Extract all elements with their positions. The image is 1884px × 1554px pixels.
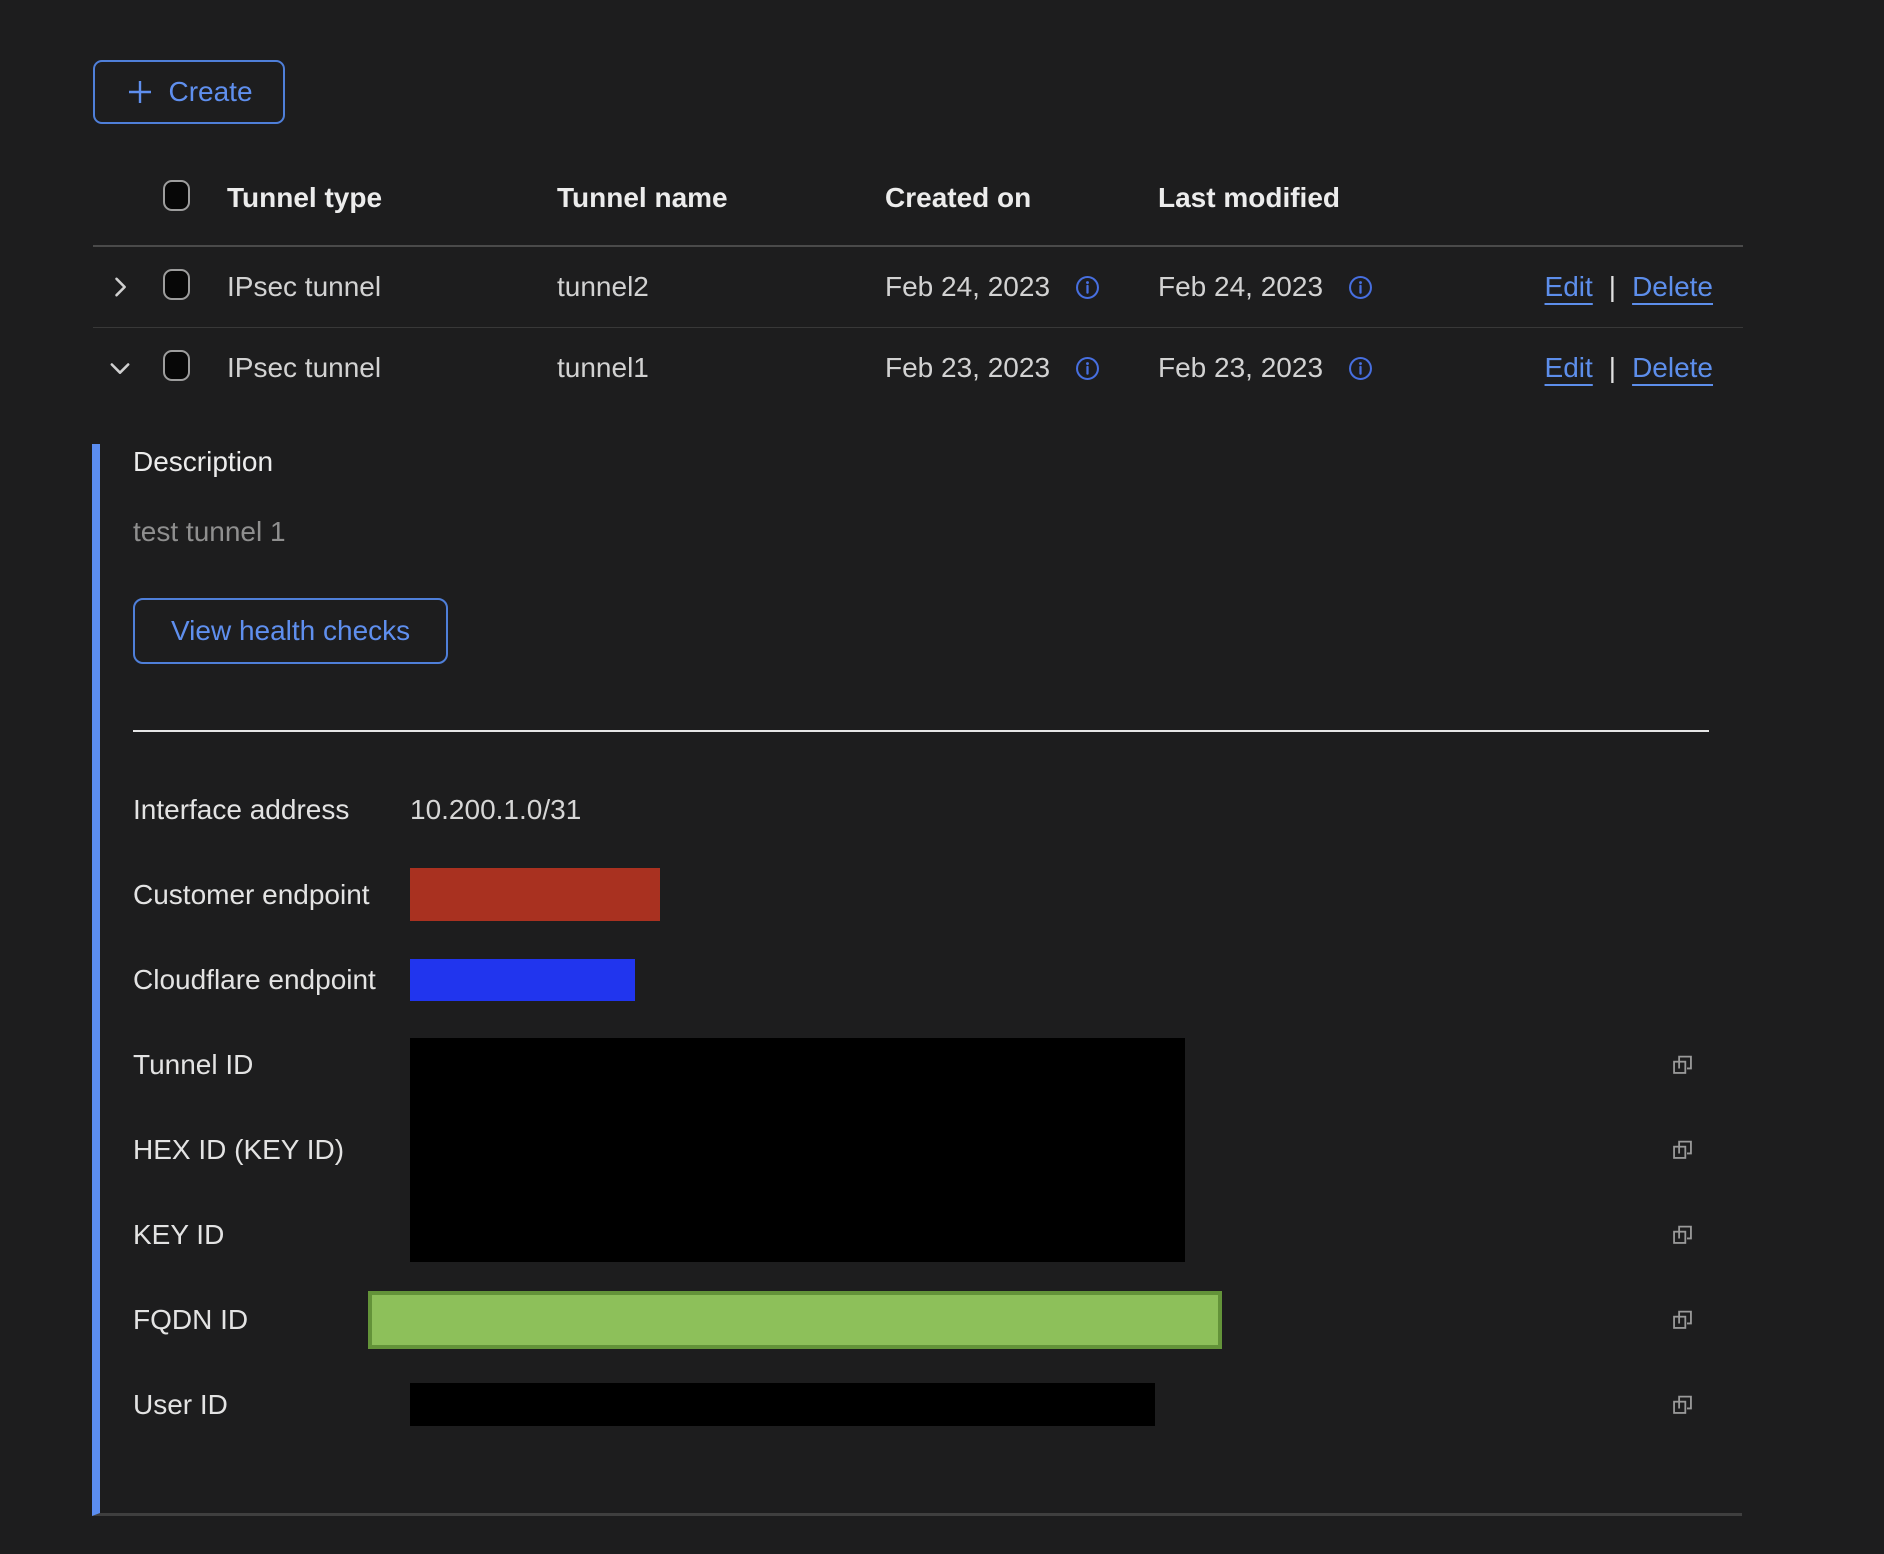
copy-hex-id-button[interactable] (1669, 1107, 1696, 1192)
info-icon[interactable] (1347, 274, 1374, 301)
tunnel-name-cell: tunnel1 (557, 352, 885, 384)
action-separator: | (1609, 352, 1616, 384)
field-label: HEX ID (KEY ID) (133, 1107, 410, 1192)
delete-link[interactable]: Delete (1632, 271, 1713, 303)
copy-icon (1669, 1221, 1696, 1248)
field-row-fqdn-id: FQDN ID (133, 1277, 1742, 1362)
field-label: User ID (133, 1389, 410, 1421)
last-modified-value: Feb 24, 2023 (1158, 271, 1323, 303)
created-on-value: Feb 23, 2023 (885, 352, 1050, 384)
copy-fqdn-id-button[interactable] (1669, 1306, 1696, 1333)
create-button-label: Create (168, 76, 252, 108)
last-modified-value: Feb 23, 2023 (1158, 352, 1323, 384)
field-group-ids: Tunnel ID HEX ID (KEY ID) KEY ID (133, 1022, 1742, 1277)
redaction-box-ids (410, 1038, 1185, 1262)
tunnel-detail-panel: Description test tunnel 1 View health ch… (92, 444, 1742, 1516)
copy-icon (1669, 1051, 1696, 1078)
redaction-box-customer-endpoint (410, 868, 660, 921)
copy-icon (1669, 1306, 1696, 1333)
copy-icon (1669, 1391, 1696, 1418)
row-checkbox[interactable] (163, 350, 190, 381)
column-header-created-on: Created on (885, 182, 1158, 214)
field-label: Interface address (133, 794, 410, 826)
collapse-row-button[interactable] (106, 354, 134, 382)
column-header-last-modified: Last modified (1158, 182, 1440, 214)
redaction-box-cloudflare-endpoint (410, 959, 635, 1001)
field-row-cloudflare-endpoint: Cloudflare endpoint (133, 937, 1742, 1022)
copy-user-id-button[interactable] (1669, 1391, 1696, 1418)
select-all-checkbox[interactable] (163, 180, 190, 211)
interface-address-value: 10.200.1.0/31 (410, 794, 581, 826)
copy-icon (1669, 1136, 1696, 1163)
delete-link[interactable]: Delete (1632, 352, 1713, 384)
field-label: Customer endpoint (133, 879, 410, 911)
info-icon[interactable] (1074, 355, 1101, 382)
table-row: IPsec tunnel tunnel2 Feb 24, 2023 Feb 24… (93, 247, 1743, 328)
redaction-box-user-id (410, 1383, 1155, 1426)
chevron-right-icon (106, 273, 134, 301)
tunnel-table: Tunnel type Tunnel name Created on Last … (93, 150, 1743, 1516)
tunnel-type-cell: IPsec tunnel (227, 352, 557, 384)
description-value: test tunnel 1 (133, 514, 1742, 550)
created-on-value: Feb 24, 2023 (885, 271, 1050, 303)
tunnel-name-cell: tunnel2 (557, 271, 885, 303)
field-label: KEY ID (133, 1192, 410, 1277)
field-label: Cloudflare endpoint (133, 964, 410, 996)
detail-divider (133, 730, 1709, 732)
edit-link[interactable]: Edit (1545, 271, 1593, 303)
plus-icon (125, 77, 155, 107)
chevron-down-icon (106, 354, 134, 382)
description-label: Description (133, 444, 1742, 480)
copy-tunnel-id-button[interactable] (1669, 1022, 1696, 1107)
view-health-checks-button[interactable]: View health checks (133, 598, 448, 664)
table-header-row: Tunnel type Tunnel name Created on Last … (93, 150, 1743, 247)
column-header-tunnel-type: Tunnel type (227, 182, 557, 214)
field-row-interface-address: Interface address 10.200.1.0/31 (133, 767, 1742, 852)
redaction-box-fqdn-id (368, 1291, 1222, 1349)
field-row-customer-endpoint: Customer endpoint (133, 852, 1742, 937)
tunnels-page: Create Tunnel type Tunnel name Created o… (0, 0, 1884, 1554)
row-checkbox[interactable] (163, 269, 190, 300)
table-row: IPsec tunnel tunnel1 Feb 23, 2023 Feb 23… (93, 328, 1743, 408)
info-icon[interactable] (1347, 355, 1374, 382)
create-button[interactable]: Create (93, 60, 285, 124)
tunnel-type-cell: IPsec tunnel (227, 271, 557, 303)
detail-fields: Interface address 10.200.1.0/31 Customer… (133, 767, 1742, 1447)
field-row-user-id: User ID (133, 1362, 1742, 1447)
column-header-tunnel-name: Tunnel name (557, 182, 885, 214)
copy-key-id-button[interactable] (1669, 1192, 1696, 1277)
edit-link[interactable]: Edit (1545, 352, 1593, 384)
expand-row-button[interactable] (106, 273, 134, 301)
info-icon[interactable] (1074, 274, 1101, 301)
field-label: Tunnel ID (133, 1022, 410, 1107)
action-separator: | (1609, 271, 1616, 303)
